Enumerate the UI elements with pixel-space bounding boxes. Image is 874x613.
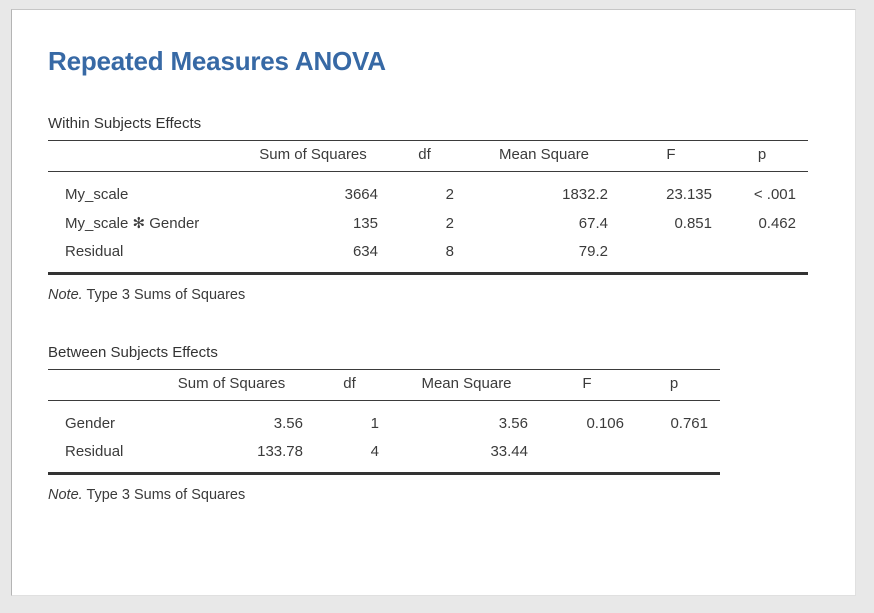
column-header-mean-square: Mean Square [405,369,550,401]
table-header-row: Sum of Squares df Mean Square F p [48,140,808,172]
cell-df: 2 [445,186,454,203]
cell-df: 4 [320,437,405,475]
column-header-p: p [640,369,720,401]
column-header-df: df [395,140,480,172]
cell-f: 0.851 [674,214,712,232]
note-text: Type 3 Sums of Squares [82,287,246,303]
cell-sum-of-squares: 135 [352,214,378,232]
cell-p [640,437,720,475]
cell-mean-square: 3.56 [498,415,528,432]
cell-p: < .001 [753,186,796,203]
cell-df: 1 [370,415,379,432]
cell-f [630,237,728,275]
row-label: Residual [48,437,160,475]
cell-p: 0.761 [670,415,708,432]
row-label: My_scale ✻ Gender [65,215,200,232]
table-row[interactable]: My_scale 3664 2 1832.2 23.135 < .001 [48,172,808,209]
note-label: Note. [48,487,83,503]
column-header-f: F [630,140,728,172]
column-header-rowlabel [48,140,248,172]
cell-f: 23.135 [666,186,712,203]
row-label: Gender [65,415,116,432]
cell-p: 0.462 [758,214,796,232]
table-row[interactable]: Residual 133.78 4 33.44 [48,437,720,475]
between-subjects-effects-block: Between Subjects Effects Sum of Squares … [48,345,855,503]
note-label: Note. [48,287,83,303]
table-header-row: Sum of Squares df Mean Square F p [48,369,720,401]
within-subjects-effects-table[interactable]: Sum of Squares df Mean Square F p My_sca… [48,140,808,275]
column-header-p: p [728,140,808,172]
between-subjects-table-caption: Between Subjects Effects [48,344,218,361]
results-content: Repeated Measures ANOVA Within Subjects … [12,10,855,503]
cell-mean-square: 67.4 [578,214,608,232]
cell-f: 0.106 [586,415,624,432]
table-row[interactable]: Residual 634 8 79.2 [48,237,808,275]
within-subjects-effects-block: Within Subjects Effects Sum of Squares d… [48,116,855,303]
column-header-sum-of-squares: Sum of Squares [248,140,395,172]
column-header-df: df [320,369,405,401]
cell-sum-of-squares: 133.78 [160,437,320,475]
between-subjects-table-note: Note. Type 3 Sums of Squares [48,475,855,503]
column-header-rowlabel [48,369,160,401]
row-label: My_scale [65,186,129,203]
within-subjects-table-caption: Within Subjects Effects [48,115,202,132]
table-row[interactable]: Gender 3.56 1 3.56 0.106 0.761 [48,401,720,438]
cell-sum-of-squares: 3.56 [273,415,303,432]
column-header-mean-square: Mean Square [480,140,630,172]
cell-mean-square: 1832.2 [562,186,608,203]
cell-df: 2 [445,214,454,232]
cell-sum-of-squares: 634 [248,237,395,275]
note-text: Type 3 Sums of Squares [82,487,246,503]
cell-mean-square: 79.2 [480,237,630,275]
within-subjects-table-note: Note. Type 3 Sums of Squares [48,275,855,303]
cell-sum-of-squares: 3664 [344,186,378,203]
column-header-sum-of-squares: Sum of Squares [160,369,320,401]
results-panel[interactable]: Repeated Measures ANOVA Within Subjects … [11,9,856,596]
between-subjects-effects-table[interactable]: Sum of Squares df Mean Square F p Gender… [48,369,720,475]
row-label: Residual [48,237,248,275]
cell-df: 8 [395,237,480,275]
cell-p [728,237,808,275]
cell-f [550,437,640,475]
table-row[interactable]: My_scale ✻ Gender 135 2 67.4 0.851 0.462 [48,208,808,237]
page-title: Repeated Measures ANOVA [48,46,386,76]
cell-mean-square: 33.44 [405,437,550,475]
column-header-f: F [550,369,640,401]
